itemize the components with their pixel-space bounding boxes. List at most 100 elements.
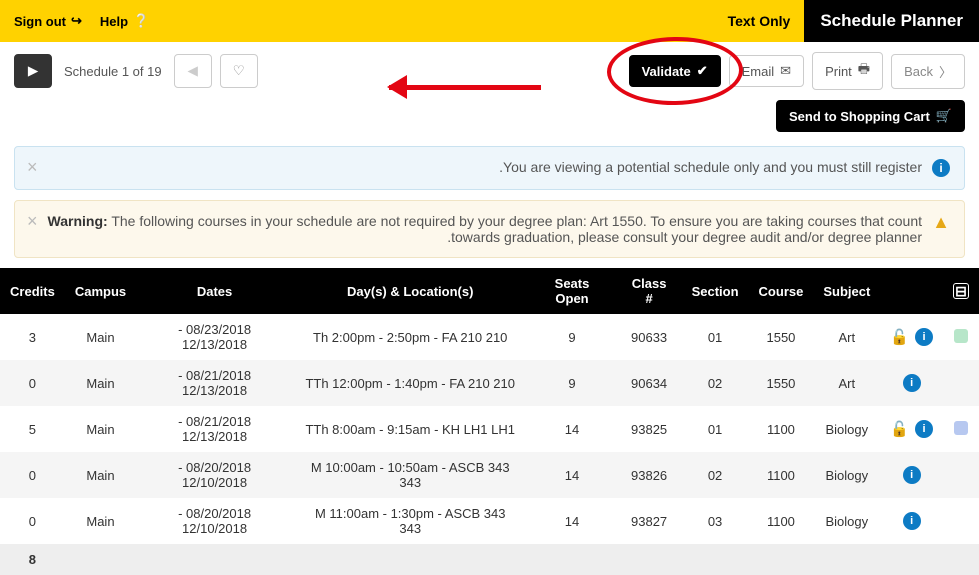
toolbar: 〈Back 🖶Print ✉Email ✔ Validate ♡ ◀ Schedu… xyxy=(0,42,979,100)
info-icon[interactable]: i xyxy=(903,466,921,484)
pager-next-button[interactable]: ▶ xyxy=(14,54,52,88)
row-actions-cell: i xyxy=(880,452,943,498)
cell-section: 02 xyxy=(682,452,749,498)
color-swatch xyxy=(954,421,968,435)
info-icon: i xyxy=(932,159,950,177)
send-cart-label: Send to Shopping Cart xyxy=(789,109,930,124)
cell-days: TTh 12:00pm - 1:40pm - FA 210 210 xyxy=(293,360,527,406)
cell-seats: 9 xyxy=(527,314,616,360)
warning-alert: ▲ Warning: The following courses in your… xyxy=(14,200,965,258)
row-swatch-cell xyxy=(943,314,979,360)
cell-section: 02 xyxy=(682,360,749,406)
cell-subject: Art xyxy=(813,314,880,360)
cell-class: 93827 xyxy=(617,498,682,544)
cell-days: M 10:00am - 10:50am - ASCB 343 343 xyxy=(293,452,527,498)
warning-alert-text: Warning: The following courses in your s… xyxy=(29,213,922,245)
th-seats: Seats Open xyxy=(527,268,616,314)
collapse-header[interactable]: ⊟ xyxy=(943,268,979,314)
cell-course: 1100 xyxy=(749,406,814,452)
row-swatch-cell xyxy=(943,406,979,452)
info-icon[interactable]: i xyxy=(903,374,921,392)
row-actions-cell: i🔓 xyxy=(880,314,943,360)
email-icon: ✉ xyxy=(780,63,791,79)
cell-campus: Main xyxy=(65,360,136,406)
table-row: iBiology1100029382614M 10:00am - 10:50am… xyxy=(0,452,979,498)
cell-days: Th 2:00pm - 2:50pm - FA 210 210 xyxy=(293,314,527,360)
validate-wrap: ✔ Validate xyxy=(629,55,721,87)
pager-text: Schedule 1 of 19 xyxy=(64,64,162,79)
cell-credits: 3 xyxy=(0,314,65,360)
info-icon[interactable]: i xyxy=(915,420,933,438)
help-link[interactable]: ❔Help xyxy=(100,13,149,29)
cell-days: M 11:00am - 1:30pm - ASCB 343 343 xyxy=(293,498,527,544)
validate-label: Validate xyxy=(642,64,691,79)
cell-dates: 08/20/2018 - 12/10/2018 xyxy=(136,452,293,498)
back-button[interactable]: 〈Back xyxy=(891,54,965,89)
actions-header xyxy=(880,268,943,314)
warning-icon: ▲ xyxy=(932,213,950,231)
print-button[interactable]: 🖶Print xyxy=(812,52,883,90)
close-icon[interactable]: × xyxy=(27,157,38,178)
row-swatch-cell xyxy=(943,498,979,544)
cell-course: 1550 xyxy=(749,360,814,406)
th-course: Course xyxy=(749,268,814,314)
row-actions-cell: i xyxy=(880,360,943,406)
check-icon: ✔ xyxy=(697,63,708,79)
chevron-left-icon: ◀ xyxy=(187,63,197,79)
signout-icon: ↪ xyxy=(71,13,82,29)
cell-subject: Biology xyxy=(813,406,880,452)
totals-row: 8 xyxy=(0,544,979,575)
cell-seats: 9 xyxy=(527,360,616,406)
cell-class: 93825 xyxy=(617,406,682,452)
cell-class: 90634 xyxy=(617,360,682,406)
cell-days: TTh 8:00am - 9:15am - KH LH1 LH1 xyxy=(293,406,527,452)
validate-button[interactable]: ✔ Validate xyxy=(629,55,721,87)
favorite-button[interactable]: ♡ xyxy=(220,54,258,88)
info-alert: i You are viewing a potential schedule o… xyxy=(14,146,965,190)
email-button[interactable]: ✉Email xyxy=(729,55,804,87)
text-only-link[interactable]: Text Only xyxy=(728,13,791,29)
table-row: i🔓Art155001906339Th 2:00pm - 2:50pm - FA… xyxy=(0,314,979,360)
cell-course: 1100 xyxy=(749,498,814,544)
total-empty xyxy=(293,544,527,575)
cell-section: 01 xyxy=(682,406,749,452)
minus-icon: ⊟ xyxy=(953,283,969,299)
cell-campus: Main xyxy=(65,314,136,360)
info-icon[interactable]: i xyxy=(903,512,921,530)
cell-seats: 14 xyxy=(527,452,616,498)
info-alert-text: You are viewing a potential schedule onl… xyxy=(499,159,922,175)
th-campus: Campus xyxy=(65,268,136,314)
table-row: iArt155002906349TTh 12:00pm - 1:40pm - F… xyxy=(0,360,979,406)
cell-dates: 08/23/2018 - 12/13/2018 xyxy=(136,314,293,360)
row-swatch-cell xyxy=(943,452,979,498)
th-days: Day(s) & Location(s) xyxy=(293,268,527,314)
total-empty xyxy=(943,544,979,575)
signout-link[interactable]: ↪Sign out xyxy=(14,13,82,29)
pager-prev-button[interactable]: ◀ xyxy=(174,54,212,88)
total-empty xyxy=(880,544,943,575)
cell-campus: Main xyxy=(65,452,136,498)
total-credits: 8 xyxy=(0,544,65,575)
th-class: Class # xyxy=(617,268,682,314)
table-body: i🔓Art155001906339Th 2:00pm - 2:50pm - FA… xyxy=(0,314,979,575)
warning-body: The following courses in your schedule a… xyxy=(108,213,922,245)
print-label: Print xyxy=(825,64,852,79)
schedule-table: ⊟ Subject Course Section Class # Seats O… xyxy=(0,268,979,575)
lock-icon[interactable]: 🔓 xyxy=(890,420,909,438)
close-icon[interactable]: × xyxy=(27,211,38,232)
cart-icon: 🛒 xyxy=(936,108,952,124)
back-label: Back xyxy=(904,64,933,79)
lock-icon[interactable]: 🔓 xyxy=(890,328,909,346)
send-to-cart-button[interactable]: 🛒 Send to Shopping Cart xyxy=(776,100,965,132)
row-actions-cell: i🔓 xyxy=(880,406,943,452)
info-icon[interactable]: i xyxy=(915,328,933,346)
cell-subject: Biology xyxy=(813,452,880,498)
total-empty xyxy=(682,544,749,575)
cell-class: 93826 xyxy=(617,452,682,498)
app-title: Schedule Planner xyxy=(804,0,979,42)
cell-dates: 08/21/2018 - 12/13/2018 xyxy=(136,360,293,406)
cell-class: 90633 xyxy=(617,314,682,360)
help-label: Help xyxy=(100,14,128,29)
chevron-right-icon: ▶ xyxy=(28,63,38,79)
cell-seats: 14 xyxy=(527,498,616,544)
